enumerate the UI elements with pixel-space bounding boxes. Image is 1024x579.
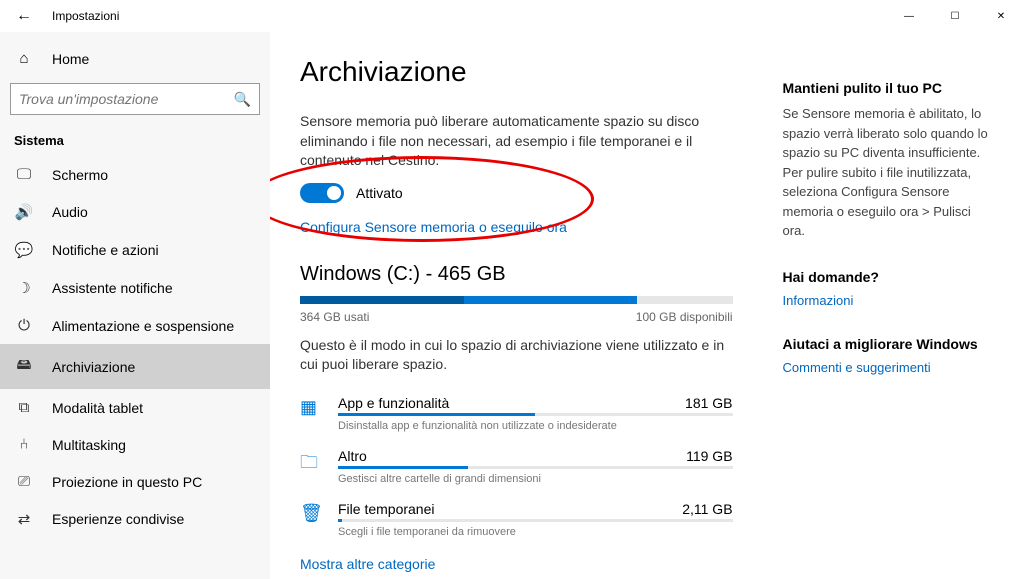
- aside-text-1: Se Sensore memoria è abilitato, lo spazi…: [783, 104, 994, 241]
- nav-icon: ⎚: [14, 473, 34, 490]
- aside: Mantieni pulito il tuo PC Se Sensore mem…: [783, 56, 994, 579]
- back-icon: ←: [16, 7, 32, 25]
- category-sub: Scegli i file temporanei da rimuovere: [338, 526, 733, 538]
- sidebar-item-modalit-tablet[interactable]: ⧉ Modalità tablet: [0, 389, 270, 426]
- nav-icon: ⇄: [14, 510, 34, 528]
- category-size: 2,11 GB: [682, 501, 732, 517]
- storage-sense-toggle[interactable]: [300, 183, 344, 203]
- nav-label: Schermo: [52, 167, 108, 183]
- drive-title: Windows (C:) - 465 GB: [300, 263, 733, 286]
- aside-title-3: Aiutaci a migliorare Windows: [783, 336, 994, 352]
- category-size: 181 GB: [685, 395, 732, 411]
- category-icon: 🗀: [300, 448, 322, 480]
- category-icon: ▦: [300, 395, 322, 418]
- sidebar-item-archiviazione[interactable]: 🖴 Archiviazione: [0, 344, 270, 389]
- toggle-state-label: Attivato: [356, 185, 403, 201]
- sidebar-item-schermo[interactable]: 🖵 Schermo: [0, 156, 270, 193]
- home-icon: ⌂: [14, 50, 34, 67]
- sidebar-item-esperienze-condivise[interactable]: ⇄ Esperienze condivise: [0, 500, 270, 538]
- sidebar-item-audio[interactable]: 🔊 Audio: [0, 193, 270, 231]
- sidebar-item-proiezione-in-questo-pc[interactable]: ⎚ Proiezione in questo PC: [0, 463, 270, 500]
- aside-title-2: Hai domande?: [783, 269, 994, 285]
- close-button[interactable]: ✕: [978, 0, 1024, 32]
- nav-icon: ⧉: [14, 399, 34, 416]
- sidebar-section-title: Sistema: [0, 129, 270, 156]
- category-sub: Disinstalla app e funzionalità non utili…: [338, 420, 733, 432]
- nav-label: Audio: [52, 204, 88, 220]
- page-title: Archiviazione: [300, 56, 733, 88]
- titlebar: ← Impostazioni — ☐ ✕: [0, 0, 1024, 32]
- nav-icon: ⑃: [14, 436, 34, 453]
- feedback-link[interactable]: Commenti e suggerimenti: [783, 360, 994, 375]
- storage-category-altro[interactable]: 🗀 Altro 119 GB Gestisci altre cartelle di g…: [300, 440, 733, 493]
- category-size: 119 GB: [686, 448, 732, 464]
- nav-icon: 🔊: [14, 203, 34, 221]
- back-button[interactable]: ←: [8, 0, 40, 32]
- storage-category-file-temporanei[interactable]: 🗑 File temporanei 2,11 GB Scegli i file tem…: [300, 493, 733, 546]
- category-icon: 🗑: [300, 501, 322, 524]
- home-label: Home: [52, 51, 89, 67]
- used-space-label: 364 GB usati: [300, 310, 369, 324]
- category-label: App e funzionalità: [338, 395, 449, 411]
- storage-category-app-e-funzionalit-[interactable]: ▦ App e funzionalità 181 GB Disinstalla app…: [300, 387, 733, 440]
- configure-storage-sense-link[interactable]: Configura Sensore memoria o eseguilo ora: [300, 219, 733, 235]
- search-input-wrapper[interactable]: 🔍: [10, 83, 260, 115]
- search-icon: 🔍: [234, 91, 251, 108]
- category-label: File temporanei: [338, 501, 435, 517]
- sidebar-item-alimentazione-e-sospensione[interactable]: ⏻ Alimentazione e sospensione: [0, 307, 270, 344]
- home-nav[interactable]: ⌂ Home: [0, 40, 270, 77]
- category-bar: [338, 413, 733, 416]
- nav-label: Modalità tablet: [52, 400, 143, 416]
- content: Archiviazione Sensore memoria può libera…: [300, 56, 733, 579]
- category-label: Altro: [338, 448, 367, 464]
- help-link[interactable]: Informazioni: [783, 293, 994, 308]
- category-sub: Gestisci altre cartelle di grandi dimens…: [338, 473, 733, 485]
- search-input[interactable]: [19, 91, 234, 107]
- free-space-label: 100 GB disponibili: [636, 310, 733, 324]
- nav-icon: ⏻: [14, 317, 34, 334]
- drive-usage-bar: [300, 296, 733, 304]
- show-more-categories-link[interactable]: Mostra altre categorie: [300, 556, 733, 572]
- sidebar-item-assistente-notifiche[interactable]: ☽ Assistente notifiche: [0, 269, 270, 307]
- maximize-button[interactable]: ☐: [932, 0, 978, 32]
- sidebar: ⌂ Home 🔍 Sistema 🖵 Schermo 🔊 Audio 💬 Notifich…: [0, 32, 270, 579]
- sidebar-item-multitasking[interactable]: ⑃ Multitasking: [0, 426, 270, 463]
- nav-icon: 🖵: [14, 166, 34, 183]
- category-bar: [338, 466, 733, 469]
- nav-icon: ☽: [14, 279, 34, 297]
- nav-icon: 💬: [14, 241, 34, 259]
- nav-label: Alimentazione e sospensione: [52, 318, 234, 334]
- drive-desc: Questo è il modo in cui lo spazio di arc…: [300, 336, 733, 375]
- category-bar: [338, 519, 733, 522]
- minimize-button[interactable]: —: [886, 0, 932, 32]
- nav-label: Archiviazione: [52, 359, 135, 375]
- aside-title-1: Mantieni pulito il tuo PC: [783, 80, 994, 96]
- nav-label: Notifiche e azioni: [52, 242, 159, 258]
- window-title: Impostazioni: [52, 9, 119, 23]
- nav-label: Assistente notifiche: [52, 280, 173, 296]
- nav-icon: 🖴: [14, 354, 34, 379]
- sidebar-item-notifiche-e-azioni[interactable]: 💬 Notifiche e azioni: [0, 231, 270, 269]
- nav-label: Multitasking: [52, 437, 126, 453]
- nav-label: Proiezione in questo PC: [52, 474, 202, 490]
- storage-sense-desc: Sensore memoria può liberare automaticam…: [300, 112, 733, 171]
- nav-label: Esperienze condivise: [52, 511, 184, 527]
